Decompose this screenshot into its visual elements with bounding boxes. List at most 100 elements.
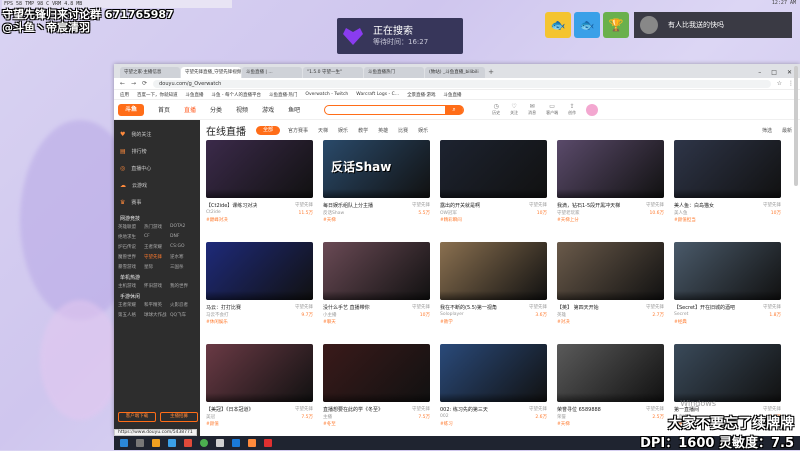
sidebar-category[interactable]: 和平精英 bbox=[144, 302, 170, 308]
sidebar-category[interactable]: 主机游戏 bbox=[118, 283, 144, 289]
stream-title[interactable]: 每日娱乐组队上分主播 bbox=[323, 202, 373, 210]
stream-game[interactable]: 守望先锋 bbox=[646, 304, 664, 312]
stream-tag[interactable]: #天梯 bbox=[323, 217, 430, 224]
stream-thumbnail[interactable] bbox=[674, 242, 781, 300]
sidebar-category[interactable]: 我的世界 bbox=[170, 283, 196, 289]
app-icon[interactable] bbox=[264, 439, 272, 447]
stream-title[interactable]: 【Ct2ide】课练习对决 bbox=[206, 202, 257, 210]
create-button[interactable]: ⇪ 创作 bbox=[568, 103, 576, 116]
sidebar-category[interactable]: 王者荣耀 bbox=[144, 244, 170, 250]
stream-thumbnail[interactable] bbox=[440, 242, 547, 300]
bookmark-item[interactable]: 斗鱼直播 bbox=[186, 92, 204, 98]
nav-category[interactable]: 分类 bbox=[210, 105, 222, 114]
sidebar-category[interactable]: DOTA2 bbox=[170, 224, 196, 230]
bookmark-item[interactable]: Overwatch - Twitch bbox=[305, 92, 348, 97]
streamer-name[interactable]: 002 bbox=[440, 414, 449, 421]
history-button[interactable]: ◷ 历史 bbox=[492, 103, 500, 116]
sidebar-category[interactable]: 绝地求生 bbox=[118, 234, 144, 240]
stream-thumbnail[interactable] bbox=[440, 344, 547, 402]
search-icon[interactable]: ⌕ bbox=[445, 104, 464, 115]
bookmark-item[interactable]: 斗鱼直播·热门 bbox=[269, 92, 297, 98]
sidebar-category[interactable]: QQ飞车 bbox=[170, 312, 196, 318]
stream-tag[interactable]: #颜值 bbox=[206, 421, 313, 428]
browser-tab[interactable]: (致站) _斗鱼直播_bilibili bbox=[425, 67, 485, 78]
stream-card[interactable]: 【英】 第四天开始 守望先锋 英雄 2.7万 #对决 bbox=[557, 242, 664, 340]
streamer-name[interactable]: 主播 bbox=[323, 414, 332, 421]
streamer-recruit-button[interactable]: 主播招募 bbox=[160, 412, 198, 422]
sidebar-category[interactable]: 星际 bbox=[144, 264, 170, 270]
browser-tab[interactable]: 守望之家·主播信息 bbox=[120, 67, 180, 78]
sidebar-category[interactable]: 三国杀 bbox=[170, 264, 196, 270]
stream-game[interactable]: 守望先锋 bbox=[412, 406, 430, 414]
stream-card[interactable]: 002: 练习先的第三天 守望先锋 002 2.6万 #练习 bbox=[440, 344, 547, 442]
sidebar-category[interactable]: 火影忍者 bbox=[170, 302, 196, 308]
sidebar-category[interactable]: 英雄联盟 bbox=[118, 224, 144, 230]
streamer-name[interactable]: 守望老玩家 bbox=[557, 210, 580, 217]
sidebar-category[interactable]: 暴雪游戏 bbox=[118, 264, 144, 270]
stream-title[interactable]: 美人鱼：白岛猫女 bbox=[674, 202, 714, 210]
filter-category[interactable]: 娱乐 bbox=[338, 127, 348, 134]
browser-tab[interactable]: 斗鱼直播 | ... bbox=[242, 67, 302, 78]
app-icon[interactable] bbox=[232, 439, 240, 447]
stream-game[interactable]: 守望先锋 bbox=[529, 202, 547, 210]
filter-category[interactable]: 天梯 bbox=[318, 127, 328, 134]
stream-thumbnail[interactable] bbox=[557, 242, 664, 300]
stream-tag[interactable]: #巅峰对决 bbox=[206, 217, 313, 224]
stream-game[interactable]: 守望先锋 bbox=[412, 304, 430, 312]
chrome-icon[interactable] bbox=[200, 439, 208, 447]
sidebar-category[interactable]: 第五人格 bbox=[118, 312, 144, 318]
streamer-name[interactable]: Ct2ide bbox=[206, 210, 221, 217]
streamer-name[interactable]: 马云不会打 bbox=[206, 312, 229, 319]
stream-thumbnail[interactable] bbox=[674, 344, 781, 402]
app-icon[interactable] bbox=[168, 439, 176, 447]
stream-game[interactable]: 守望先锋 bbox=[295, 406, 313, 414]
stream-title[interactable]: 我滴，钻石1-5段开黑冲天梯 bbox=[557, 202, 620, 210]
stream-tag[interactable]: #天梯 bbox=[557, 421, 664, 428]
stream-tag[interactable]: #练习 bbox=[440, 421, 547, 428]
browser-tab[interactable]: 斗鱼直播热门 bbox=[364, 67, 424, 78]
stream-tag[interactable]: #对决 bbox=[557, 319, 664, 326]
filter-category[interactable]: 官方赛事 bbox=[288, 127, 308, 134]
sidebar-category[interactable]: 炉石传说 bbox=[118, 244, 144, 250]
sidebar-category[interactable]: 逆水寒 bbox=[170, 254, 196, 260]
sidebar-item-follow[interactable]: ♥ 我的关注 bbox=[114, 126, 200, 143]
streamer-name[interactable]: 英雄 bbox=[557, 312, 566, 319]
filter-category[interactable]: 教学 bbox=[358, 127, 368, 134]
stream-title[interactable]: 没什么手艺 直播带你 bbox=[323, 304, 370, 312]
stream-card[interactable]: 【美冠】《日本冠道》 守望先锋 美冠 7.5万 #颜值 bbox=[206, 344, 313, 442]
stream-title[interactable]: 002: 练习先的第三天 bbox=[440, 406, 488, 414]
sidebar-category[interactable]: 魔兽世界 bbox=[118, 254, 144, 260]
filter-all-pill[interactable]: 全部 bbox=[256, 125, 281, 135]
stream-thumbnail[interactable] bbox=[206, 344, 313, 402]
bookmark-item[interactable]: Warcraft Logs - C... bbox=[356, 92, 399, 97]
stream-title[interactable]: 我在不断的(5.5)第一视角 bbox=[440, 304, 497, 312]
nav-home[interactable]: 首页 bbox=[158, 105, 170, 114]
start-icon[interactable] bbox=[120, 439, 128, 447]
messages-button[interactable]: ✉ 消息 bbox=[528, 103, 536, 116]
stream-title[interactable]: 【美冠】《日本冠道》 bbox=[206, 406, 254, 414]
sidebar-category[interactable]: 王者荣耀 bbox=[118, 302, 144, 308]
stream-tag[interactable]: #教学 bbox=[440, 319, 547, 326]
stream-tag[interactable]: #聊天 bbox=[323, 319, 430, 326]
stream-card[interactable]: 美人鱼：白岛猫女 守望先锋 美人鱼 10万 #颜值担当 bbox=[674, 140, 781, 238]
maximize-icon[interactable]: □ bbox=[771, 67, 777, 78]
search-icon[interactable] bbox=[136, 439, 144, 447]
stream-thumbnail[interactable] bbox=[440, 140, 547, 198]
stream-thumbnail[interactable] bbox=[206, 140, 313, 198]
stream-card[interactable]: 我在不断的(5.5)第一视角 守望先锋 Soloplayer 3.6万 #教学 bbox=[440, 242, 547, 340]
star-icon[interactable]: ☆ bbox=[777, 80, 782, 87]
streamer-name[interactable]: 荣誉 bbox=[557, 414, 566, 421]
streamer-name[interactable]: Soloplayer bbox=[440, 312, 464, 319]
browser-tab-active[interactable]: 守望先锋直播_守望先锋视频 bbox=[181, 67, 241, 78]
filter-category[interactable]: 英雄 bbox=[378, 127, 388, 134]
stream-card[interactable]: 反话Shaw 每日娱乐组队上分主播 守望先锋 反话Shaw 5.5万 #天梯 bbox=[323, 140, 430, 238]
user-avatar[interactable] bbox=[586, 103, 599, 116]
stream-card[interactable]: 没什么手艺 直播带你 守望先锋 小主播 10万 #聊天 bbox=[323, 242, 430, 340]
stream-card[interactable]: 直播想要在此的学《冬至》 守望先锋 主播 7.5万 #冬至 bbox=[323, 344, 430, 442]
new-tab-button[interactable]: + bbox=[486, 67, 496, 78]
stream-game[interactable]: 守望先锋 bbox=[295, 202, 313, 210]
stream-game[interactable]: 守望先锋 bbox=[646, 202, 664, 210]
streamer-name[interactable]: 反话Shaw bbox=[323, 210, 344, 217]
sidebar-category[interactable]: 球球大作战 bbox=[144, 312, 170, 318]
sort-latest-button[interactable]: 最新 bbox=[782, 127, 792, 134]
